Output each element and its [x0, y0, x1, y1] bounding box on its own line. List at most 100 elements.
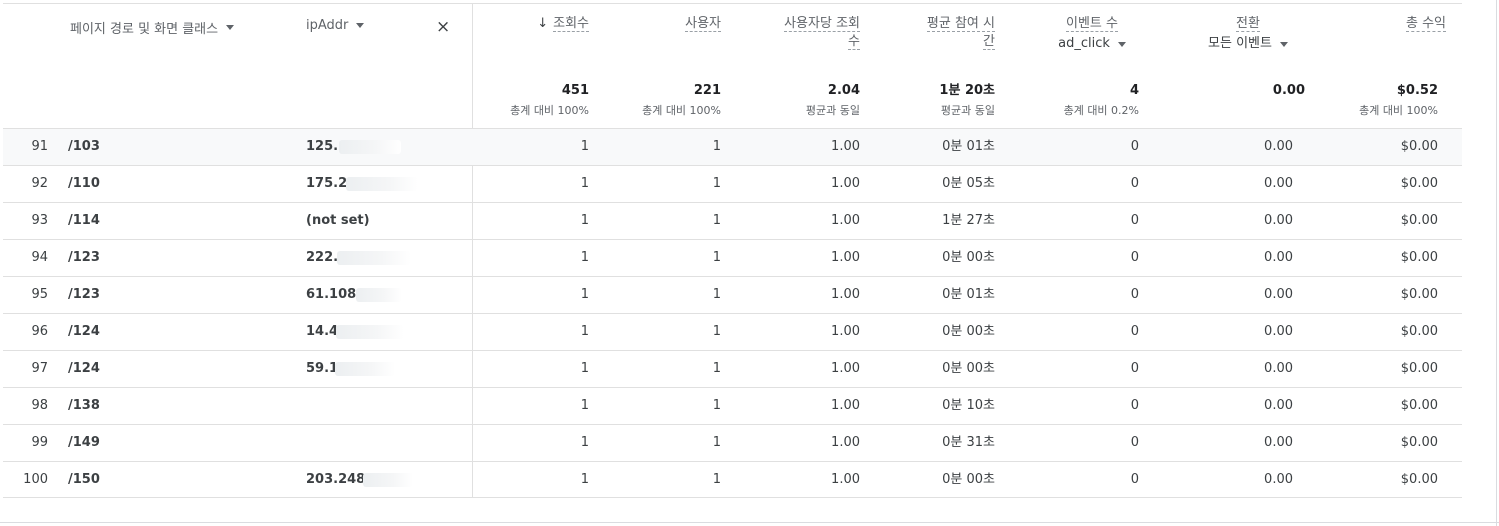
event-count-cell: 0	[1130, 435, 1139, 450]
row-number: 97	[31, 361, 48, 376]
total-revenue-cell: $0.00	[1400, 287, 1438, 302]
views-column-header[interactable]: ↓ 조회수	[489, 15, 589, 33]
page-path-column-header[interactable]: 페이지 경로 및 화면 클래스	[70, 18, 235, 37]
total-revenue-total-value: $0.52	[1396, 83, 1438, 98]
event-count-cell: 0	[1130, 139, 1139, 154]
chevron-down-icon[interactable]	[1117, 41, 1126, 47]
event-count-column-header[interactable]: 이벤트 수 ad_click	[1032, 15, 1152, 53]
row-number: 96	[31, 324, 48, 339]
redacted-blur	[346, 177, 418, 191]
views-per-user-header-line1: 사용자당 조회	[784, 16, 860, 32]
conversions-cell: 0.00	[1264, 213, 1293, 228]
views-per-user-cell: 1.00	[831, 398, 860, 413]
event-count-header-label: 이벤트 수	[1066, 16, 1118, 32]
page-path-cell: /150	[68, 472, 100, 487]
event-count-total-sub: 총계 대비 0.2%	[1063, 104, 1139, 117]
row-number: 91	[31, 139, 48, 154]
users-column-header[interactable]: 사용자	[621, 15, 721, 33]
chevron-down-icon[interactable]	[226, 25, 235, 30]
page-path-cell: /103	[68, 139, 100, 154]
page-path-cell: /138	[68, 398, 100, 413]
conversions-cell: 0.00	[1264, 139, 1293, 154]
table-row[interactable]: 92 /110 175.2 1 1 1.00 0분 05초 0 0.00 $0.…	[3, 165, 1462, 202]
users-total-value: 221	[693, 83, 721, 98]
chevron-down-icon[interactable]	[356, 23, 365, 28]
avg-engagement-column-header[interactable]: 평균 참여 시 간	[875, 15, 995, 51]
views-cell: 1	[580, 398, 589, 413]
avg-engagement-cell: 0분 00초	[942, 472, 995, 487]
views-per-user-header-line2: 수	[848, 34, 860, 50]
chevron-down-icon[interactable]	[1279, 41, 1288, 47]
redacted-blur	[363, 473, 413, 487]
page-path-cell: /149	[68, 435, 100, 450]
ipaddr-cell: 59.1	[306, 361, 339, 376]
users-cell: 1	[712, 139, 721, 154]
views-cell: 1	[580, 176, 589, 191]
total-revenue-cell: $0.00	[1400, 176, 1438, 191]
redacted-blur	[335, 362, 395, 376]
views-cell: 1	[580, 361, 589, 376]
event-count-cell: 0	[1130, 213, 1139, 228]
avg-engagement-cell: 0분 31초	[942, 435, 995, 450]
event-filter-dropdown[interactable]: ad_click	[1032, 35, 1152, 53]
conversions-total: 0.00	[1205, 82, 1305, 99]
ipaddr-cell: 175.2	[306, 176, 348, 191]
views-cell: 1	[580, 213, 589, 228]
vertical-scrollbar[interactable]	[1496, 0, 1497, 526]
table-row[interactable]: 95 /123 61.108. 1 1 1.00 0분 01초 0 0.00 $…	[3, 276, 1462, 313]
total-revenue-cell: $0.00	[1400, 213, 1438, 228]
users-cell: 1	[712, 361, 721, 376]
avg-engagement-cell: 1분 27초	[942, 213, 995, 228]
total-revenue-cell: $0.00	[1400, 139, 1438, 154]
views-cell: 1	[580, 287, 589, 302]
table-row[interactable]: 100 /150 203.248 1 1 1.00 0분 00초 0 0.00 …	[3, 461, 1462, 498]
table-row[interactable]: 97 /124 59.1 1 1 1.00 0분 00초 0 0.00 $0.0…	[3, 350, 1462, 387]
table-bottom-border	[0, 522, 1499, 523]
views-cell: 1	[580, 139, 589, 154]
views-per-user-total-sub: 평균과 동일	[805, 104, 860, 117]
views-total-sub: 총계 대비 100%	[510, 104, 589, 117]
views-total-value: 451	[561, 83, 589, 98]
page-path-cell: /124	[68, 324, 100, 339]
table-row[interactable]: 93 /114 (not set) 1 1 1.00 1분 27초 0 0.00…	[3, 202, 1462, 239]
avg-engagement-cell: 0분 00초	[942, 324, 995, 339]
users-cell: 1	[712, 250, 721, 265]
table-top-border	[3, 3, 1462, 4]
page-path-cell: /123	[68, 250, 100, 265]
ipaddr-cell: (not set)	[306, 213, 370, 228]
conversions-cell: 0.00	[1264, 472, 1293, 487]
event-count-cell: 0	[1130, 287, 1139, 302]
page-path-cell: /114	[68, 213, 100, 228]
views-per-user-cell: 1.00	[831, 435, 860, 450]
avg-engagement-header-line1: 평균 참여 시	[926, 16, 995, 32]
total-revenue-total-sub: 총계 대비 100%	[1359, 104, 1438, 117]
total-revenue-column-header[interactable]: 총 수익	[1346, 15, 1446, 33]
conversions-header-label: 전환	[1236, 16, 1260, 32]
ipaddr-column-header[interactable]: ipAddr	[306, 18, 365, 33]
table-row[interactable]: 94 /123 222. 1 1 1.00 0분 00초 0 0.00 $0.0…	[3, 239, 1462, 276]
event-count-total: 4 총계 대비 0.2%	[1029, 82, 1139, 118]
redacted-blur	[356, 288, 402, 302]
views-per-user-cell: 1.00	[831, 213, 860, 228]
avg-engagement-cell: 0분 01초	[942, 287, 995, 302]
users-header-label: 사용자	[685, 16, 721, 32]
conversions-column-header[interactable]: 전환 모든 이벤트	[1178, 15, 1318, 53]
close-icon[interactable]: ×	[436, 17, 450, 37]
table-row[interactable]: 99 /149 1 1 1.00 0분 31초 0 0.00 $0.00	[3, 424, 1462, 461]
table-row[interactable]: 98 /138 1 1 1.00 0분 10초 0 0.00 $0.00	[3, 387, 1462, 424]
event-count-cell: 0	[1130, 324, 1139, 339]
conversions-cell: 0.00	[1264, 176, 1293, 191]
users-cell: 1	[712, 324, 721, 339]
conversions-cell: 0.00	[1264, 324, 1293, 339]
views-per-user-cell: 1.00	[831, 361, 860, 376]
views-cell: 1	[580, 250, 589, 265]
table-row[interactable]: 91 /103 125. 1 1 1.00 0분 01초 0 0.00 $0.0…	[3, 128, 1462, 165]
table-row[interactable]: 96 /124 14.4 1 1 1.00 0분 00초 0 0.00 $0.0…	[3, 313, 1462, 350]
conversions-filter-dropdown[interactable]: 모든 이벤트	[1178, 35, 1318, 53]
event-filter-value: ad_click	[1058, 36, 1110, 51]
total-revenue-cell: $0.00	[1400, 324, 1438, 339]
avg-engagement-cell: 0분 01초	[942, 139, 995, 154]
views-per-user-column-header[interactable]: 사용자당 조회 수	[740, 15, 860, 51]
views-cell: 1	[580, 435, 589, 450]
ipaddr-header-label: ipAddr	[306, 18, 349, 33]
